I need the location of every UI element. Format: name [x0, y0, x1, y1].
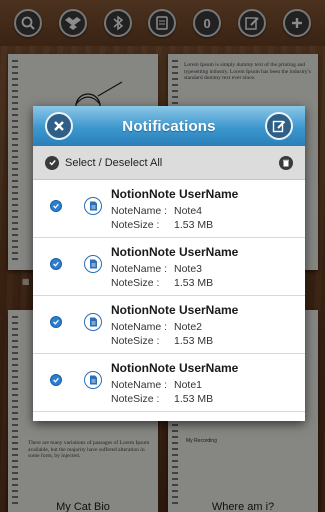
check-icon [53, 319, 59, 325]
item-note-size-row: NoteSize : 1.53 MB [111, 277, 213, 289]
check-icon [53, 203, 59, 209]
note-file-icon [84, 197, 102, 215]
item-note-name-row: NoteName : Note2 [111, 321, 202, 333]
note-size-label: NoteSize : [111, 393, 160, 405]
dialog-title: Notifications [122, 117, 216, 135]
edit-icon [272, 120, 286, 133]
item-note-size-row: NoteSize : 1.53 MB [111, 335, 213, 347]
note-name-label: NoteName : [111, 379, 168, 391]
close-button[interactable] [45, 112, 73, 140]
list-item[interactable]: NotionNote UserName NoteName : Note2 Note… [33, 296, 305, 354]
close-icon [54, 121, 64, 131]
item-checkbox[interactable] [50, 258, 62, 270]
item-note-name-row: NoteName : Note1 [111, 379, 202, 391]
note-name-value: Note3 [174, 263, 203, 275]
select-all-bar[interactable]: Select / Deselect All [33, 146, 305, 180]
item-username: NotionNote UserName [111, 361, 239, 375]
select-all-label: Select / Deselect All [65, 156, 163, 169]
item-checkbox[interactable] [50, 374, 62, 386]
check-icon [53, 261, 59, 267]
note-file-icon [84, 255, 102, 273]
note-name-value: Note2 [174, 321, 203, 333]
note-size-value: 1.53 MB [174, 219, 214, 231]
note-size-label: NoteSize : [111, 335, 160, 347]
check-icon [48, 160, 56, 166]
note-size-label: NoteSize : [111, 277, 160, 289]
item-checkbox[interactable] [50, 200, 62, 212]
note-name-label: NoteName : [111, 321, 168, 333]
select-all-checkbox[interactable] [45, 155, 59, 170]
note-name-value: Note1 [174, 379, 203, 391]
note-size-value: 1.53 MB [174, 335, 214, 347]
note-size-value: 1.53 MB [174, 393, 214, 405]
dialog-header: Notifications [33, 106, 305, 146]
edit-notes-button[interactable] [265, 112, 293, 140]
trash-icon [283, 159, 289, 167]
item-username: NotionNote UserName [111, 245, 239, 259]
note-file-icon [84, 371, 102, 389]
item-note-size-row: NoteSize : 1.53 MB [111, 393, 213, 405]
notifications-dialog: Notifications Select / Deselect All Noti… [33, 106, 305, 421]
note-name-label: NoteName : [111, 263, 168, 275]
list-item[interactable]: NotionNote UserName NoteName : Note1 Note… [33, 354, 305, 412]
item-note-size-row: NoteSize : 1.53 MB [111, 219, 213, 231]
list-item[interactable]: NotionNote UserName NoteName : Note3 Note… [33, 238, 305, 296]
note-size-label: NoteSize : [111, 219, 160, 231]
note-name-label: NoteName : [111, 205, 168, 217]
item-note-name-row: NoteName : Note4 [111, 205, 202, 217]
item-username: NotionNote UserName [111, 187, 239, 201]
item-note-name-row: NoteName : Note3 [111, 263, 202, 275]
note-file-icon [84, 313, 102, 331]
notification-list: NotionNote UserName NoteName : Note4 Note… [33, 180, 305, 412]
check-icon [53, 377, 59, 383]
item-checkbox[interactable] [50, 316, 62, 328]
list-item[interactable]: NotionNote UserName NoteName : Note4 Note… [33, 180, 305, 238]
delete-button[interactable] [279, 156, 293, 170]
item-username: NotionNote UserName [111, 303, 239, 317]
note-name-value: Note4 [174, 205, 203, 217]
note-size-value: 1.53 MB [174, 277, 214, 289]
